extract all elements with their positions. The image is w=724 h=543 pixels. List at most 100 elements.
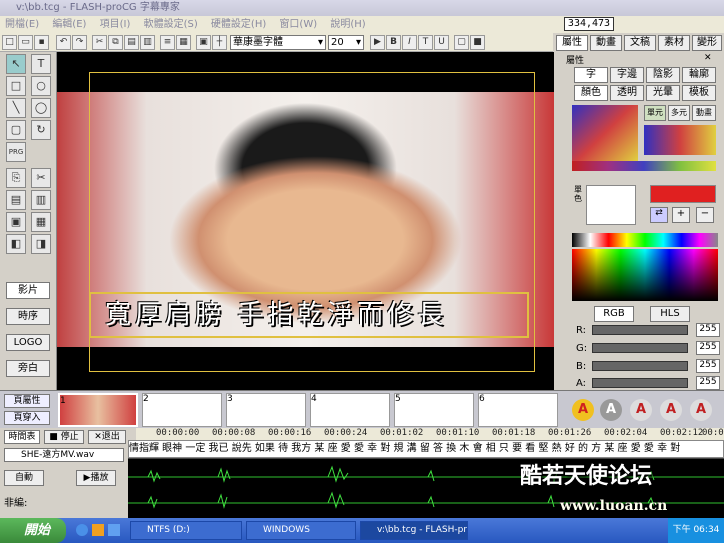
import-icon[interactable]: ⎘ [6, 168, 26, 188]
single-mode-button[interactable]: 單元 [644, 105, 666, 121]
exit-button[interactable]: ✕退出 [88, 430, 126, 444]
audio-file-field[interactable]: SHE-遠方MV.wav [4, 448, 124, 462]
tab-transform[interactable]: 變形 [692, 35, 722, 51]
lock-icon[interactable]: ▢ [454, 35, 469, 50]
pointer-icon[interactable]: ↖ [6, 54, 26, 74]
channel-value-b[interactable]: 255 [696, 359, 720, 373]
path-icon[interactable]: ↻ [31, 120, 51, 140]
timetable-button[interactable]: 時間表 [4, 430, 40, 444]
text-style-a-4[interactable]: A [660, 399, 682, 421]
image-icon[interactable]: ▣ [196, 35, 211, 50]
narration-button[interactable]: 旁白 [6, 360, 50, 377]
remove-icon[interactable]: − [696, 207, 714, 223]
timing-button[interactable]: 時序 [6, 308, 50, 325]
gradient-preview[interactable] [572, 105, 638, 161]
rgb-toggle[interactable]: RGB [594, 306, 634, 322]
menu-item[interactable]: 項目(I) [100, 19, 131, 30]
print-icon[interactable]: ▥ [140, 35, 155, 50]
italic-button[interactable]: I [402, 35, 417, 50]
tab-assets[interactable]: 素材 [658, 35, 690, 51]
tab-properties[interactable]: 屬性 [556, 35, 588, 51]
menu-item[interactable]: 編輯(E) [52, 19, 86, 30]
underline-icon[interactable]: U [434, 35, 449, 50]
gradient-swatch[interactable] [644, 125, 716, 155]
video-button[interactable]: 影片 [6, 282, 50, 299]
subtab-glow[interactable]: 光暈 [646, 85, 680, 101]
subtab-transparent[interactable]: 透明 [610, 85, 644, 101]
cut-icon[interactable]: ✂ [92, 35, 107, 50]
channel-slider-g[interactable] [592, 343, 688, 353]
color-spectrum[interactable] [572, 249, 718, 301]
layer-icon[interactable]: ▤ [6, 190, 26, 210]
copy-icon[interactable]: ⧉ [108, 35, 123, 50]
page-slot[interactable]: 4 [310, 393, 390, 427]
menu-item[interactable]: 開檔(E) [5, 19, 39, 30]
crosshair-icon[interactable]: ┼ [212, 35, 227, 50]
channel-slider-b[interactable] [592, 361, 688, 371]
font-size-select[interactable]: 20 ▾ [328, 35, 364, 50]
program-icon[interactable]: PRG [6, 142, 26, 162]
menu-item[interactable]: 窗口(W) [279, 19, 317, 30]
page-slot[interactable]: 5 [394, 393, 474, 427]
subtitle-text-box[interactable]: 寬厚肩膀 手指乾淨而修長 [89, 292, 529, 338]
tab-animation[interactable]: 動畫 [590, 35, 622, 51]
font-name-select[interactable]: 華康墨字體 ▾ [230, 35, 326, 50]
text-icon[interactable]: T [418, 35, 433, 50]
round-rect-icon[interactable]: ▢ [6, 120, 26, 140]
menu-item[interactable]: 硬體設定(H) [211, 19, 266, 30]
menu-item[interactable]: 軟體設定(S) [144, 19, 198, 30]
line-icon[interactable]: ╲ [6, 98, 26, 118]
paste-icon[interactable]: ▤ [124, 35, 139, 50]
channel-slider-a[interactable] [592, 378, 688, 388]
align-icon[interactable]: ≡ [160, 35, 175, 50]
tab-script[interactable]: 文稿 [624, 35, 656, 51]
gradient-bar[interactable] [572, 161, 716, 171]
save-icon[interactable]: ▪ [34, 35, 49, 50]
text-tool-icon[interactable]: T [31, 54, 51, 74]
task-ntfs[interactable]: NTFS (D:) [130, 521, 242, 540]
scissors-icon[interactable]: ✂ [31, 168, 51, 188]
forward-icon[interactable]: ◧ [6, 234, 26, 254]
new-file-icon[interactable]: □ [2, 35, 17, 50]
task-windows[interactable]: WINDOWS [246, 521, 356, 540]
page-properties-button[interactable]: 頁屬性 [4, 394, 50, 408]
close-icon[interactable]: ✕ [704, 53, 712, 63]
redo-icon[interactable]: ↷ [72, 35, 87, 50]
channel-value-a[interactable]: 255 [696, 376, 720, 390]
text-style-a-5[interactable]: A [690, 399, 712, 421]
play-icon[interactable]: ▶ [370, 35, 385, 50]
channel-slider-r[interactable] [592, 325, 688, 335]
channel-value-g[interactable]: 255 [696, 341, 720, 355]
text-style-a-1[interactable]: A [572, 399, 594, 421]
backward-icon[interactable]: ◨ [31, 234, 51, 254]
play-button[interactable]: ▶播放 [76, 470, 116, 486]
group-icon[interactable]: ▥ [31, 190, 51, 210]
text-style-a-3[interactable]: A [630, 399, 652, 421]
time-ruler[interactable]: 00:00:00 00:00:08 00:00:16 00:00:24 00:0… [136, 428, 724, 440]
page-slot[interactable]: 2 [142, 393, 222, 427]
swap-icon[interactable]: ⇄ [650, 207, 668, 223]
preview-stage[interactable]: 寬厚肩膀 手指乾淨而修長 [57, 52, 554, 390]
page-slot[interactable]: 3 [226, 393, 306, 427]
page-slot[interactable]: 6 [478, 393, 558, 427]
circle-icon[interactable]: ◯ [31, 98, 51, 118]
lyrics-track[interactable]: 情指輝 眼神 一定 我已 說先 如果 待 我方 某 座 愛 愛 幸 對 規 溝 … [128, 440, 724, 458]
color-icon[interactable]: ■ [470, 35, 485, 50]
grid-icon[interactable]: ▦ [176, 35, 191, 50]
ie-icon[interactable] [76, 524, 88, 536]
page-insert-button[interactable]: 頁穿入 [4, 411, 50, 425]
anim-mode-button[interactable]: 動畫 [692, 105, 716, 121]
stop-button[interactable]: ■ 停止 [44, 430, 84, 444]
task-flash-procg[interactable]: v:\bb.tcg - FLASH-pr... [360, 521, 468, 540]
menu-item[interactable]: 說明(H) [330, 19, 365, 30]
start-button[interactable]: 開始 [0, 518, 66, 543]
back-icon[interactable]: ▦ [31, 212, 51, 232]
subtab-outline[interactable]: 輪廓 [682, 67, 716, 83]
subtab-char[interactable]: 字 [574, 67, 608, 83]
logo-button[interactable]: LOGO [6, 334, 50, 351]
open-file-icon[interactable]: ▭ [18, 35, 33, 50]
text-style-a-2[interactable]: A [600, 399, 622, 421]
subtab-template[interactable]: 模板 [682, 85, 716, 101]
subtab-edge[interactable]: 字邊 [610, 67, 644, 83]
auto-button[interactable]: 自動 [4, 470, 44, 486]
